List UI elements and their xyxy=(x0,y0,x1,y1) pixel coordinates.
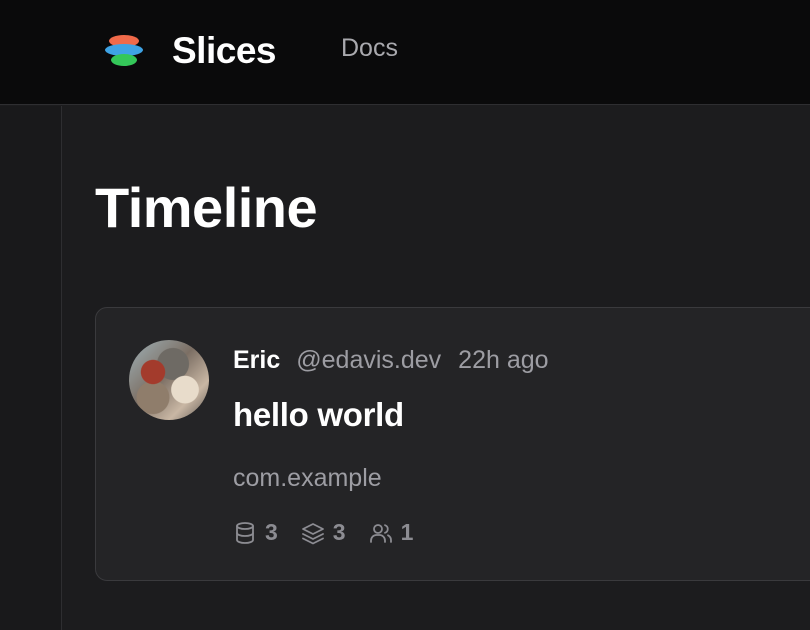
stat-users: 1 xyxy=(369,519,414,546)
author-handle[interactable]: @edavis.dev xyxy=(296,346,441,375)
post-namespace: com.example xyxy=(233,464,382,492)
nav-link-docs[interactable]: Docs xyxy=(341,34,398,63)
post-timestamp: 22h ago xyxy=(458,346,549,374)
stat-collections: 3 xyxy=(301,519,346,546)
post-title[interactable]: hello world xyxy=(233,396,404,434)
author-name[interactable]: Eric xyxy=(233,346,280,375)
author-avatar[interactable] xyxy=(129,340,209,420)
stat-users-value: 1 xyxy=(400,519,414,545)
top-navigation-bar: Slices Docs xyxy=(0,0,810,105)
users-icon xyxy=(369,523,392,543)
brand-home-link[interactable]: Slices xyxy=(103,30,276,72)
post-meta: Eric @edavis.dev 22h ago xyxy=(233,346,549,375)
page-title: Timeline xyxy=(95,176,318,239)
timeline-post-card[interactable]: Eric @edavis.dev 22h ago hello world com… xyxy=(95,307,810,581)
sidebar xyxy=(0,106,62,630)
slices-logo-icon xyxy=(105,35,143,66)
database-icon xyxy=(236,521,254,544)
stat-collections-value: 3 xyxy=(332,519,346,545)
layers-icon xyxy=(301,522,324,544)
brand-name: Slices xyxy=(172,30,276,71)
stat-records-value: 3 xyxy=(265,519,278,545)
stat-records: 3 xyxy=(233,519,278,546)
post-stats: 3 3 1 xyxy=(233,519,436,546)
